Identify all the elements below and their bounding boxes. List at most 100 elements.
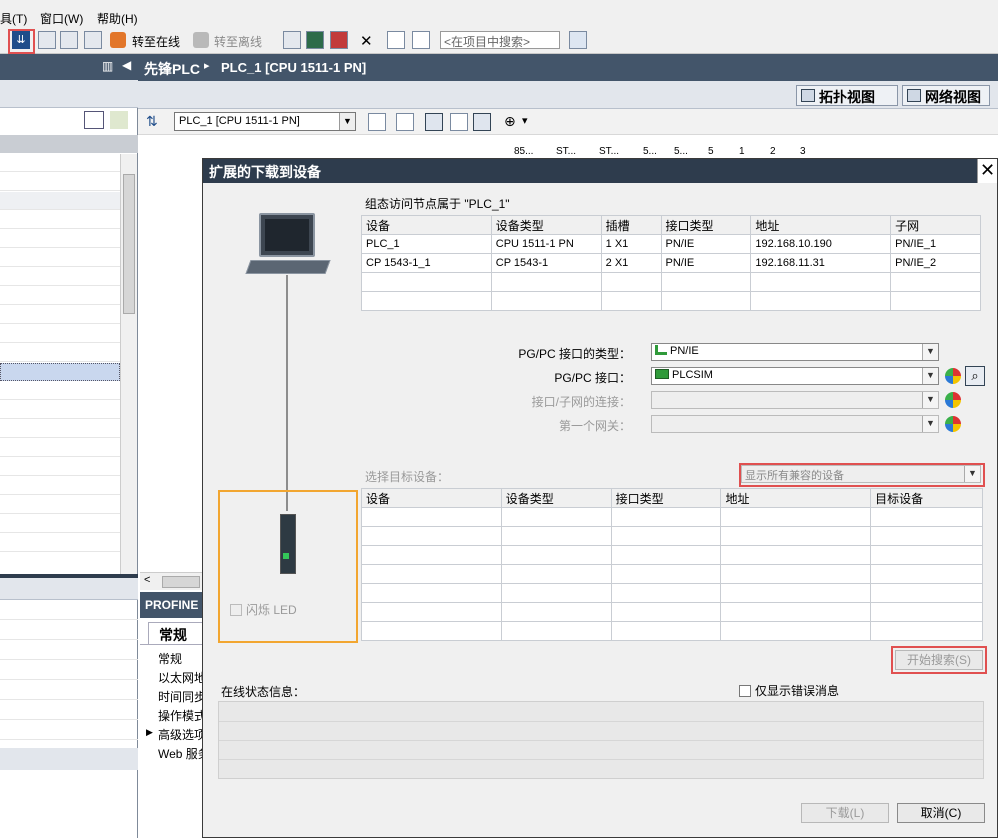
tree-row-selected[interactable]: [0, 363, 120, 381]
column-header: 接口类型: [660, 215, 752, 235]
expand-arrow-icon[interactable]: ▶: [146, 727, 153, 738]
breadcrumb-separator: ▸: [204, 60, 210, 72]
tree-row[interactable]: [0, 306, 120, 324]
list-view-icon[interactable]: [473, 113, 491, 131]
cross-reference-icon[interactable]: ✕: [360, 32, 373, 50]
chevron-down-icon: ▼: [922, 416, 938, 432]
chevron-down-icon[interactable]: ▼: [922, 344, 938, 360]
menu-help[interactable]: 帮助(H): [97, 10, 138, 27]
gateway-status-icon: [945, 416, 961, 432]
table-row[interactable]: CP 1543-1_1 CP 1543-1 2 X1 PN/IE 192.168…: [361, 253, 981, 273]
tab-topology-view[interactable]: 拓扑视图: [796, 85, 898, 106]
menu-window[interactable]: 窗口(W): [40, 10, 83, 27]
device-tree-icon[interactable]: ⇅: [146, 114, 162, 130]
subnet-status-icon: [945, 392, 961, 408]
rack-label: ST...: [556, 146, 577, 157]
inspector-item[interactable]: Web 服务: [158, 745, 202, 762]
tab-network-view[interactable]: 网络视图: [902, 85, 990, 106]
inspector-item[interactable]: 以太网地: [158, 669, 202, 686]
tree-row[interactable]: [0, 382, 120, 400]
tree-row[interactable]: [0, 268, 120, 286]
scroll-left-icon[interactable]: <: [144, 574, 150, 586]
split-horizontal-icon[interactable]: [387, 31, 405, 49]
pgpc-interface-select[interactable]: PLCSIM ▼: [651, 367, 939, 385]
inspector-item[interactable]: 操作模式: [158, 707, 202, 724]
name-icon[interactable]: [396, 113, 414, 131]
go-online-label[interactable]: 转至在线: [132, 33, 180, 50]
only-errors-checkbox-box[interactable]: [739, 685, 751, 697]
search-project-icon[interactable]: [569, 31, 587, 49]
tab-general[interactable]: 常规: [148, 622, 202, 644]
rack-label: ST...: [599, 146, 620, 157]
table-cell: CP 1543-1: [490, 253, 602, 273]
tree-row[interactable]: [0, 287, 120, 305]
stop-cpu-icon[interactable]: [330, 31, 348, 49]
tree-row[interactable]: [0, 458, 120, 476]
canvas-horizontal-scrollbar[interactable]: <: [140, 572, 202, 590]
breadcrumb-project[interactable]: 先锋PLC: [144, 59, 200, 79]
subnet-connection-label: 接口/子网的连接：: [531, 395, 631, 409]
split-vertical-icon[interactable]: [412, 31, 430, 49]
tree-row[interactable]: [0, 439, 120, 457]
diagnostics-search-icon[interactable]: ⌕: [965, 366, 985, 386]
tree-row[interactable]: [0, 173, 120, 191]
load-button[interactable]: 下载(L): [801, 803, 889, 823]
menu-tools[interactable]: 具(T): [0, 10, 27, 27]
chevron-down-icon[interactable]: ▼: [339, 113, 355, 130]
go-online-icon[interactable]: [110, 32, 126, 48]
pane-layout-icon[interactable]: ▥: [102, 59, 113, 73]
inspector-item[interactable]: 高级选项: [158, 726, 202, 743]
tree-row[interactable]: [0, 477, 120, 495]
column-header: 目标设备: [870, 488, 983, 508]
tree-row[interactable]: [0, 211, 120, 229]
details-footer: [0, 748, 138, 770]
overview-view-icon[interactable]: [84, 111, 104, 129]
device-select-dropdown[interactable]: PLC_1 [CPU 1511-1 PN] ▼: [174, 112, 356, 131]
column-header: 地址: [720, 488, 872, 508]
network-card-icon: [655, 369, 669, 379]
tree-row[interactable]: [0, 154, 120, 172]
tree-row[interactable]: [0, 515, 120, 533]
tree-row[interactable]: [0, 325, 120, 343]
cancel-button[interactable]: 取消(C): [897, 803, 985, 823]
start-cpu-icon[interactable]: [306, 31, 324, 49]
simulation-icon[interactable]: [84, 31, 102, 49]
tree-vertical-scrollbar[interactable]: [120, 154, 137, 574]
flash-led-checkbox: 闪烁 LED: [230, 601, 297, 618]
tree-row[interactable]: [0, 420, 120, 438]
accessible-devices-icon[interactable]: [283, 31, 301, 49]
column-header: 设备: [361, 215, 492, 235]
project-search-input[interactable]: <在项目中搜索>: [440, 31, 560, 49]
only-errors-checkbox[interactable]: 仅显示错误消息: [739, 682, 839, 699]
chevron-down-icon[interactable]: ▼: [922, 368, 938, 384]
scrollbar-thumb[interactable]: [123, 174, 135, 314]
tree-row[interactable]: [0, 496, 120, 514]
tree-row[interactable]: [0, 534, 120, 552]
inspector-item[interactable]: 时间同步: [158, 688, 202, 705]
tree-row[interactable]: [0, 401, 120, 419]
save-icon[interactable]: [60, 31, 78, 49]
table-row[interactable]: PLC_1 CPU 1511-1 PN 1 X1 PN/IE 192.168.1…: [361, 234, 981, 254]
inspector-title: PROFINE: [140, 592, 202, 618]
collapse-pane-icon[interactable]: ◀: [122, 58, 131, 72]
details-row: [0, 602, 138, 620]
zoom-dropdown-icon[interactable]: ▾: [522, 114, 528, 127]
grid-icon[interactable]: [450, 113, 468, 131]
breadcrumb-device[interactable]: PLC_1 [CPU 1511-1 PN]: [221, 60, 366, 75]
tree-row[interactable]: [0, 344, 120, 362]
tree-row[interactable]: [0, 230, 120, 248]
close-icon[interactable]: ✕: [977, 159, 997, 183]
show-devices-highlight: [739, 463, 985, 487]
upload-from-device-icon[interactable]: [38, 31, 56, 49]
tree-row[interactable]: [0, 192, 120, 210]
tree-row[interactable]: [0, 249, 120, 267]
area-view-icon[interactable]: [425, 113, 443, 131]
zoom-icon[interactable]: ⊕: [504, 113, 516, 130]
table-row-empty: [361, 564, 983, 584]
export-icon[interactable]: [110, 111, 128, 129]
inspector-item[interactable]: 常规: [158, 650, 182, 667]
pgpc-interface-type-select[interactable]: PN/IE ▼: [651, 343, 939, 361]
scrollbar-thumb[interactable]: [162, 576, 200, 588]
download-to-device-icon[interactable]: ⇊: [12, 31, 30, 49]
device-data-icon[interactable]: [368, 113, 386, 131]
